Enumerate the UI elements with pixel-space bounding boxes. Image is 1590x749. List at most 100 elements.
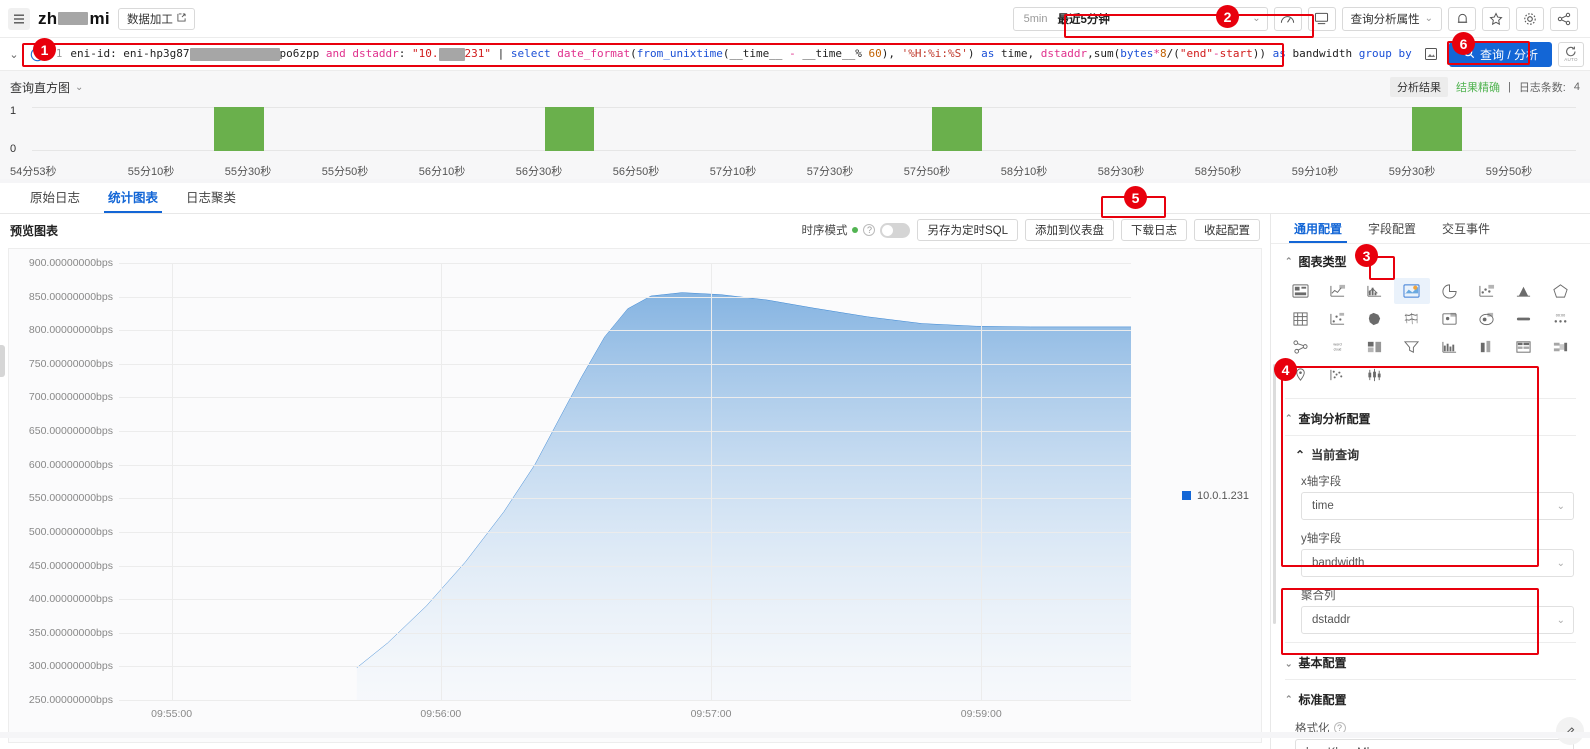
- y-axis-field-select[interactable]: bandwidth ⌄: [1301, 549, 1574, 577]
- geo-point-icon[interactable]: [1283, 362, 1318, 388]
- world-map-icon[interactable]: [1394, 306, 1429, 332]
- pencil-icon[interactable]: [1556, 717, 1584, 745]
- chart-plot-area[interactable]: 900.00000000bps850.00000000bps800.000000…: [119, 263, 1131, 700]
- sankey-icon[interactable]: [1543, 334, 1578, 360]
- query-token: -: [1213, 47, 1220, 60]
- download-logs-label: 下载日志: [1131, 222, 1177, 238]
- dot-plot-icon[interactable]: [1320, 306, 1355, 332]
- aggregate-column-value: dstaddr: [1312, 614, 1350, 626]
- histogram-body: 1 0: [10, 99, 1580, 161]
- scatter-chart-icon[interactable]: [1469, 278, 1504, 304]
- grid-table-icon[interactable]: [1283, 306, 1318, 332]
- data-processing-label: 数据加工: [127, 11, 173, 27]
- chart-y-tick: 650.00000000bps: [29, 425, 113, 437]
- query-input[interactable]: 1 eni-id: eni-hp3g87po6zpp and dstaddr: …: [52, 42, 1413, 67]
- aggregate-column-select[interactable]: dstaddr ⌄: [1301, 606, 1574, 634]
- data-processing-button[interactable]: 数据加工: [118, 8, 195, 30]
- gear-icon[interactable]: [1516, 7, 1544, 31]
- query-token: |: [491, 47, 511, 60]
- histogram-bar[interactable]: [545, 107, 594, 151]
- matrix-table-icon[interactable]: [1506, 334, 1541, 360]
- histogram-title[interactable]: 查询直方图: [10, 79, 70, 96]
- query-token: and: [326, 47, 353, 60]
- polygon-chart-icon[interactable]: [1543, 278, 1578, 304]
- chart-type-section-header[interactable]: ⌃ 图表类型: [1271, 244, 1590, 276]
- flow-chart-icon[interactable]: [1283, 334, 1318, 360]
- stacked-bar-icon[interactable]: [1357, 334, 1392, 360]
- histogram-bar[interactable]: [932, 107, 981, 151]
- timeseries-mode-group: 时序模式 ?: [801, 222, 910, 238]
- x-axis-field-select[interactable]: time ⌄: [1301, 492, 1574, 520]
- query-scope-icon[interactable]: [28, 45, 46, 63]
- caret-down-icon: ⌃: [1285, 657, 1293, 668]
- config-tab-0[interactable]: 通用配置: [1281, 220, 1355, 243]
- chart-legend[interactable]: 10.0.1.231: [1182, 490, 1249, 502]
- histogram-icon[interactable]: [1432, 334, 1467, 360]
- legend-color-swatch: [1182, 491, 1191, 500]
- number-grid-icon[interactable]: 00:00: [1543, 306, 1578, 332]
- query-token: ,: [1087, 47, 1094, 60]
- histogram-bar[interactable]: [214, 107, 263, 151]
- chevron-down-icon[interactable]: ⌄: [75, 82, 83, 93]
- funnel-chart-icon[interactable]: [1394, 334, 1429, 360]
- monitor-icon[interactable]: [1308, 7, 1336, 31]
- area-chart-icon[interactable]: [1394, 278, 1429, 304]
- share-icon[interactable]: [1550, 7, 1578, 31]
- run-query-button[interactable]: 查询 / 分析: [1449, 42, 1552, 67]
- basic-config-section-header[interactable]: ⌃ 基本配置: [1271, 645, 1590, 677]
- pie-chart-icon[interactable]: [1432, 278, 1467, 304]
- chart-y-tick: 300.00000000bps: [29, 660, 113, 672]
- query-token: time,: [1001, 47, 1041, 60]
- timeseries-mode-toggle[interactable]: [880, 223, 910, 238]
- chart-gridline: [119, 532, 1131, 533]
- bell-icon[interactable]: [1448, 7, 1476, 31]
- query-attributes-button[interactable]: 查询分析属性 ⌄: [1342, 7, 1442, 31]
- query-token: start: [1220, 47, 1253, 60]
- download-logs-button[interactable]: 下载日志: [1121, 219, 1187, 241]
- tab-0[interactable]: 原始日志: [16, 187, 94, 213]
- scatter-matrix-icon[interactable]: [1320, 362, 1355, 388]
- tab-1[interactable]: 统计图表: [94, 187, 172, 213]
- histogram-meta: 分析结果 结果精确 | 日志条数: 4: [1390, 77, 1580, 97]
- standard-config-section-header[interactable]: ⌃ 标准配置: [1271, 682, 1590, 714]
- histogram-plot[interactable]: [32, 107, 1576, 151]
- mountain-chart-icon[interactable]: [1506, 278, 1541, 304]
- collapse-config-button[interactable]: 收起配置: [1194, 219, 1260, 241]
- format-select[interactable]: bps,Kbps,Mbps ⌄: [1295, 739, 1574, 749]
- table-chart-icon[interactable]: [1283, 278, 1318, 304]
- config-scrollbar[interactable]: [1273, 364, 1276, 624]
- line-chart-icon[interactable]: [1320, 278, 1355, 304]
- help-icon[interactable]: ?: [863, 224, 875, 236]
- chart-x-tick: 09:59:00: [961, 708, 1002, 720]
- column-chart-icon[interactable]: [1469, 334, 1504, 360]
- result-tabs: 原始日志统计图表日志聚类: [0, 183, 1590, 214]
- collapse-query-icon[interactable]: ⌄: [6, 48, 22, 61]
- histogram-bar[interactable]: [1412, 107, 1461, 151]
- current-query-subsection-header[interactable]: ⌃ 当前查询: [1271, 438, 1590, 467]
- map-marker-icon[interactable]: [1432, 306, 1467, 332]
- box-plot-icon[interactable]: [1357, 362, 1392, 388]
- analysis-result-chip[interactable]: 分析结果: [1390, 77, 1448, 97]
- basic-config-section-label: 基本配置: [1299, 654, 1347, 671]
- query-config-section-header[interactable]: ⌃ 查询分析配置: [1271, 401, 1590, 433]
- star-icon[interactable]: [1482, 7, 1510, 31]
- save-image-icon[interactable]: [1419, 42, 1443, 66]
- single-value-icon[interactable]: [1506, 306, 1541, 332]
- save-as-scheduled-sql-button[interactable]: 另存为定时SQL: [917, 219, 1018, 241]
- add-to-dashboard-button[interactable]: 添加到仪表盘: [1025, 219, 1114, 241]
- hamburger-icon[interactable]: [8, 8, 30, 30]
- bar-line-chart-icon[interactable]: [1357, 278, 1392, 304]
- auto-refresh-button[interactable]: AUTO: [1558, 42, 1584, 67]
- time-range-picker[interactable]: 5min 最近5分钟 ⌄: [1013, 7, 1268, 31]
- left-edge-handle[interactable]: [0, 345, 5, 377]
- bubble-map-icon[interactable]: [1469, 306, 1504, 332]
- china-map-icon[interactable]: [1357, 306, 1392, 332]
- config-tab-2[interactable]: 交互事件: [1429, 220, 1503, 243]
- chevron-down-icon: ⌄: [1557, 501, 1565, 512]
- tab-2[interactable]: 日志聚类: [172, 187, 250, 213]
- dashboard-speed-icon[interactable]: [1274, 7, 1302, 31]
- query-token: __time__%: [802, 47, 868, 60]
- word-cloud-icon[interactable]: wordcloud: [1320, 334, 1355, 360]
- config-tab-1[interactable]: 字段配置: [1355, 220, 1429, 243]
- query-token: as: [981, 47, 1001, 60]
